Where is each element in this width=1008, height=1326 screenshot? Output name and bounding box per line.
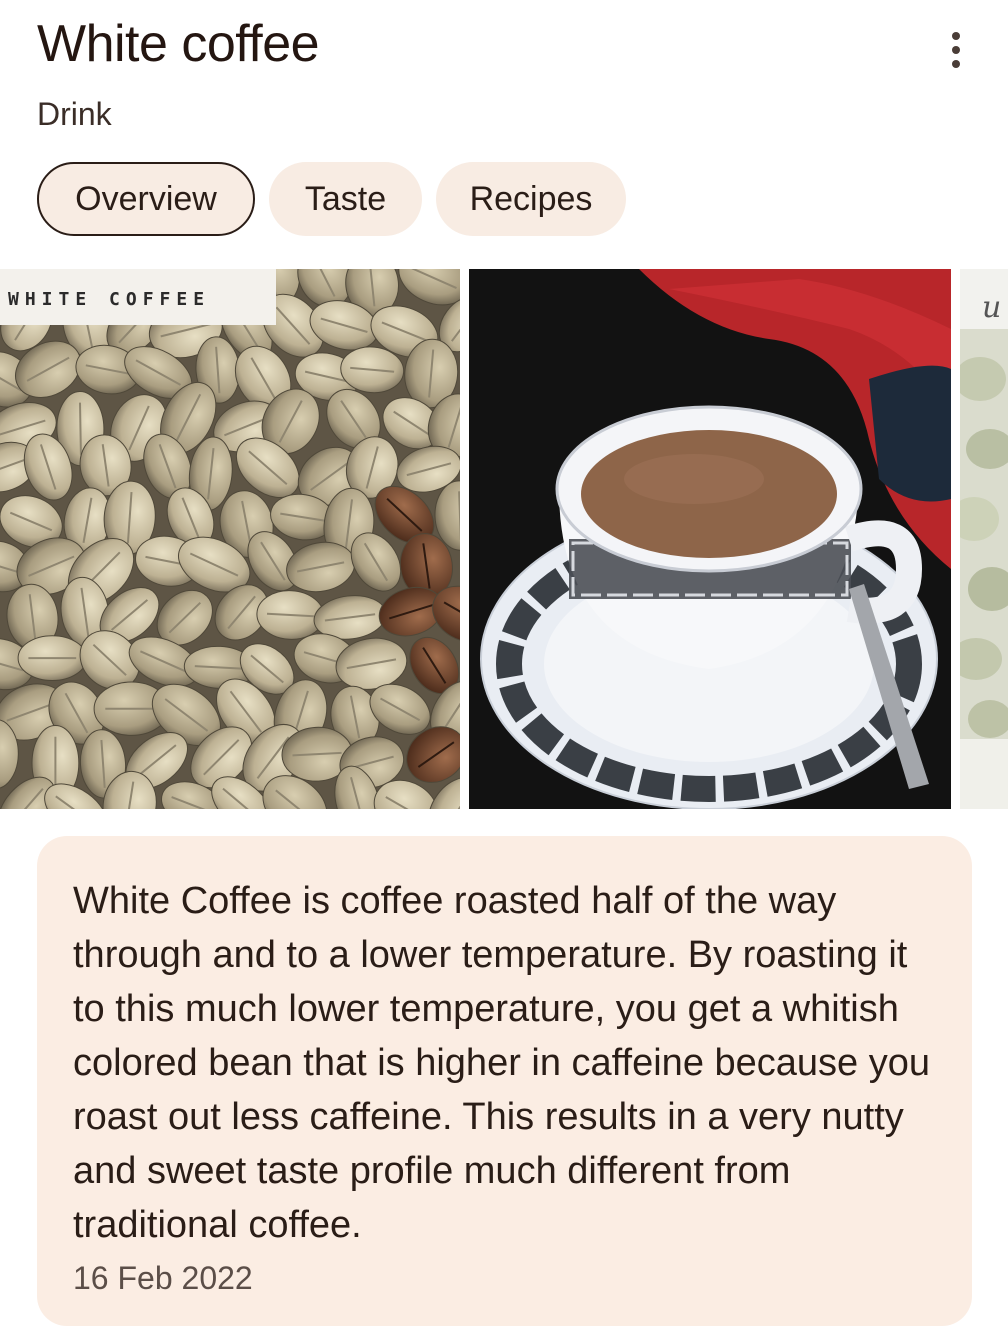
description-card: White Coffee is coffee roasted half of t… [37, 836, 972, 1326]
gallery-image-partial[interactable]: u [960, 269, 1008, 809]
tab-overview-label: Overview [75, 179, 217, 218]
tab-recipes[interactable]: Recipes [436, 162, 626, 236]
svg-text:u: u [982, 290, 1001, 325]
description-date: 16 Feb 2022 [73, 1260, 253, 1296]
entity-type: Drink [37, 96, 112, 132]
beans-caption: WHITE COFFEE [8, 289, 210, 310]
beans-picture: WHITE COFFEE [0, 269, 460, 809]
partial-picture: u [960, 269, 1008, 809]
gallery-image-beans[interactable]: WHITE COFFEE [0, 269, 460, 809]
cup-picture [469, 269, 951, 809]
more-options-icon[interactable] [932, 26, 980, 74]
tab-recipes-label: Recipes [469, 179, 593, 218]
tab-taste-label: Taste [304, 179, 387, 218]
image-gallery[interactable]: WHITE COFFEE u [0, 269, 1008, 809]
gallery-image-cup[interactable] [469, 269, 951, 809]
page-title: White coffee [37, 15, 320, 73]
tab-overview[interactable]: Overview [37, 162, 255, 236]
tab-taste[interactable]: Taste [269, 162, 422, 236]
tab-bar: Overview Taste Recipes [37, 162, 626, 236]
description-text: White Coffee is coffee roasted half of t… [73, 880, 931, 1246]
